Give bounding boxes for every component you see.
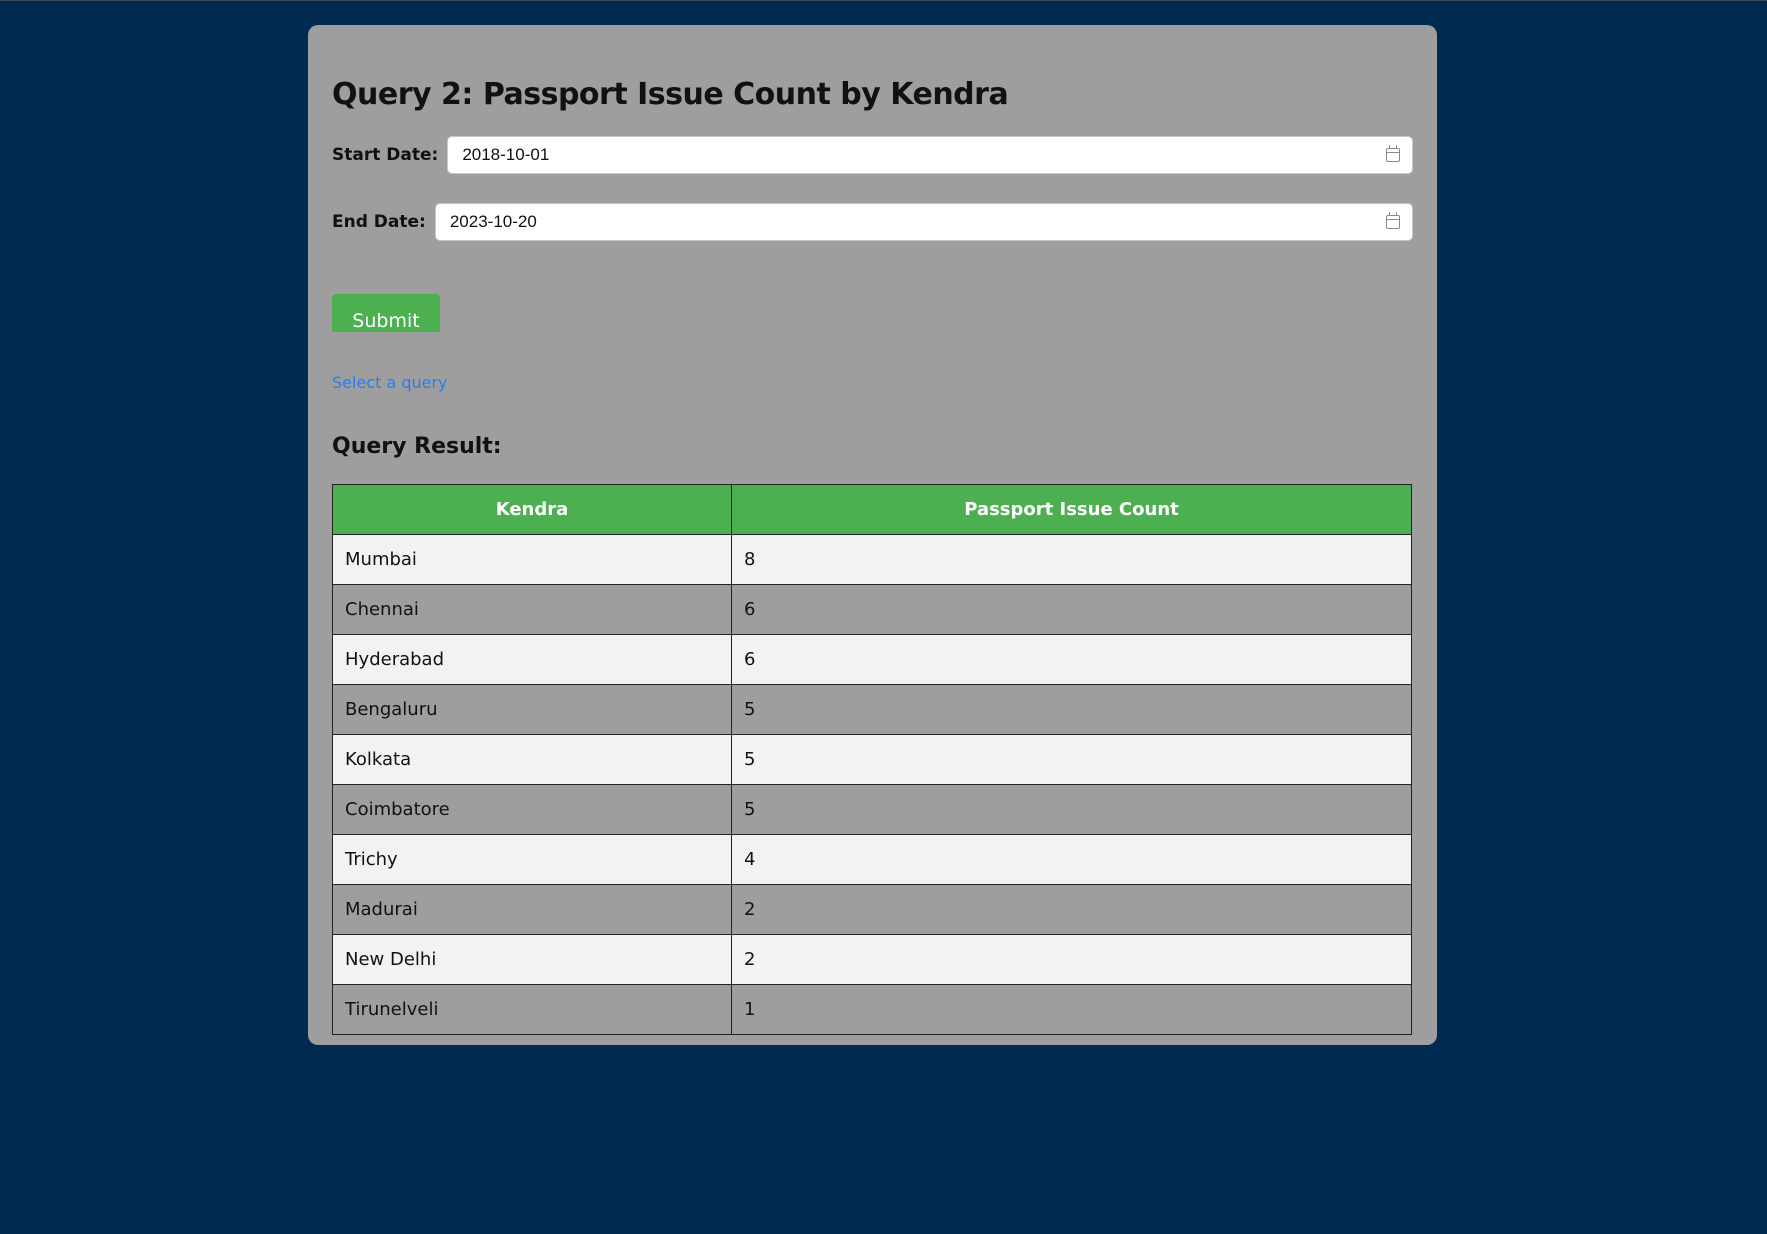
- count-cell: 2: [731, 934, 1412, 985]
- count-cell: 5: [731, 784, 1412, 835]
- submit-button[interactable]: Submit: [332, 294, 440, 332]
- table-row: Bengaluru 5: [332, 684, 1412, 735]
- table-row: Hyderabad 6: [332, 634, 1412, 685]
- start-date-label: Start Date:: [332, 145, 439, 165]
- table-row: Mumbai 8: [332, 534, 1412, 585]
- select-query-link[interactable]: Select a query: [332, 373, 448, 392]
- count-cell: 6: [731, 584, 1412, 635]
- page-title: Query 2: Passport Issue Count by Kendra: [332, 77, 1009, 112]
- count-cell: 1: [731, 984, 1412, 1035]
- column-header-kendra: Kendra: [332, 484, 732, 535]
- table-row: Madurai 2: [332, 884, 1412, 935]
- kendra-cell: Tirunelveli: [332, 984, 732, 1035]
- calendar-icon[interactable]: [1386, 145, 1400, 162]
- calendar-icon[interactable]: [1386, 212, 1400, 229]
- kendra-cell: Mumbai: [332, 534, 732, 585]
- kendra-cell: Kolkata: [332, 734, 732, 785]
- end-date-input[interactable]: 2023-10-20: [434, 203, 1413, 241]
- start-date-row: Start Date: 2018-10-01: [332, 136, 1413, 174]
- count-cell: 6: [731, 634, 1412, 685]
- kendra-cell: New Delhi: [332, 934, 732, 985]
- kendra-cell: Hyderabad: [332, 634, 732, 685]
- result-heading: Query Result:: [332, 434, 502, 459]
- table-row: Trichy 4: [332, 834, 1412, 885]
- end-date-row: End Date: 2023-10-20: [332, 203, 1413, 241]
- kendra-cell: Chennai: [332, 584, 732, 635]
- start-date-value: 2018-10-01: [462, 145, 550, 164]
- table-row: New Delhi 2: [332, 934, 1412, 985]
- kendra-cell: Coimbatore: [332, 784, 732, 835]
- table-row: Coimbatore 5: [332, 784, 1412, 835]
- end-date-label: End Date:: [332, 212, 426, 232]
- count-cell: 8: [731, 534, 1412, 585]
- table-row: Kolkata 5: [332, 734, 1412, 785]
- count-cell: 2: [731, 884, 1412, 935]
- kendra-cell: Madurai: [332, 884, 732, 935]
- column-header-passport-issue-count: Passport Issue Count: [731, 484, 1412, 535]
- table-row: Tirunelveli 1: [332, 984, 1412, 1035]
- count-cell: 5: [731, 734, 1412, 785]
- kendra-cell: Bengaluru: [332, 684, 732, 735]
- table-header-row: Kendra Passport Issue Count: [332, 484, 1412, 535]
- query-panel: Query 2: Passport Issue Count by Kendra …: [308, 25, 1437, 1045]
- kendra-cell: Trichy: [332, 834, 732, 885]
- end-date-value: 2023-10-20: [449, 212, 537, 231]
- count-cell: 4: [731, 834, 1412, 885]
- start-date-input[interactable]: 2018-10-01: [447, 136, 1413, 174]
- result-table: Kendra Passport Issue Count Mumbai 8 Che…: [332, 484, 1412, 1035]
- table-row: Chennai 6: [332, 584, 1412, 635]
- count-cell: 5: [731, 684, 1412, 735]
